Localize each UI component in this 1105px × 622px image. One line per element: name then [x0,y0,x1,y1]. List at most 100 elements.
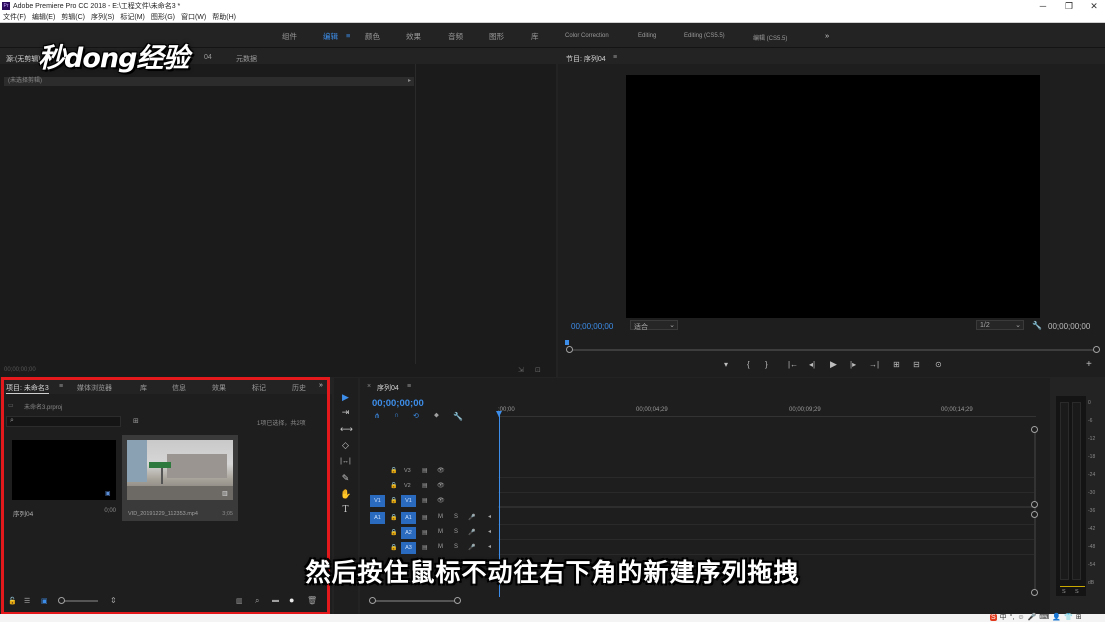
lock-icon[interactable]: 🔓 [8,597,17,605]
scrubber-end-handle[interactable] [1093,346,1100,353]
microphone-icon[interactable]: 🎤 [468,529,475,536]
workspace-audio[interactable]: 音频 [448,31,463,42]
magnet-icon[interactable]: ∩ [394,412,399,419]
selection-tool-icon[interactable]: ▶ [340,392,351,403]
menu-clip[interactable]: 剪辑(C) [61,12,85,22]
mute-button[interactable]: M [438,514,443,520]
user-icon[interactable]: 👤 [1052,613,1061,621]
workspace-menu-icon[interactable]: ≡ [346,31,350,40]
mute-button[interactable]: M [438,529,443,535]
hand-tool-icon[interactable]: ✋ [340,489,351,500]
linked-selection-icon[interactable]: ⟲ [413,412,419,420]
vscroll-mid-handle-2[interactable] [1031,511,1038,518]
slip-tool-icon[interactable]: |↔| [340,456,351,467]
go-to-in-icon[interactable]: |← [788,360,798,369]
icon-view-icon[interactable]: ▣ [41,597,48,605]
workspace-editing-cs55[interactable]: Editing (CS5.5) [684,33,725,39]
menu-file[interactable]: 文件(F) [3,12,26,22]
wrench-icon[interactable]: 🔧 [1032,321,1042,330]
go-to-out-icon[interactable]: →| [869,360,879,369]
track-lock-icon[interactable]: 🔒 [390,544,397,551]
add-marker-icon[interactable]: ▾ [724,360,728,369]
tab-audio-mixer[interactable]: 04 [204,54,212,61]
find-icon[interactable]: ⌕ [255,596,259,606]
close-sequence-icon[interactable]: × [367,383,371,390]
track-lock-icon[interactable]: 🔒 [390,529,397,536]
track-label-v2[interactable]: V2 [404,483,411,489]
resolution-dropdown[interactable]: 1/2 ⌄ [976,320,1024,330]
punctuation-icon[interactable]: °, [1010,614,1015,621]
ime-logo-icon[interactable]: S [990,613,997,621]
hscroll-left-handle[interactable] [369,597,376,604]
project-menu-icon[interactable]: ≡ [59,383,63,390]
minimize-button[interactable]: ─ [1032,0,1054,12]
camera-icon[interactable]: ⊙ [935,360,942,369]
workspace-overflow-icon[interactable]: » [825,31,829,40]
workspace-editing-en[interactable]: Editing [638,33,656,39]
timeline-ruler[interactable] [498,416,1036,417]
track-lock-icon[interactable]: 🔒 [390,482,397,489]
overflow-icon[interactable]: » [319,382,323,389]
microphone-tray-icon[interactable]: 🎤 [1028,613,1037,621]
mark-out-icon[interactable]: } [765,360,768,369]
workspace-assembly[interactable]: 组件 [282,31,297,42]
track-target-a1[interactable]: A1 [401,512,416,524]
emoji-icon[interactable]: ☺ [1017,614,1024,621]
list-view-icon[interactable]: ☰ [24,597,30,605]
eye-icon[interactable]: 👁 [437,497,445,504]
step-back-icon[interactable]: ◂| [809,360,815,369]
scrubber-start-handle[interactable] [566,346,573,353]
track-lane-v3[interactable] [498,464,1036,478]
fit-dropdown[interactable]: 适合 ⌄ [630,320,678,331]
ime-chinese-icon[interactable]: 中 [1000,612,1007,622]
zoom-slider[interactable] [60,600,98,602]
lift-icon[interactable]: ⊞ [893,360,900,369]
tab-sequence[interactable]: 序列04 [377,383,399,393]
timeline-timecode[interactable]: 00;00;00;00 [372,398,424,409]
tab-libraries[interactable]: 库 [140,383,147,393]
menu-marker[interactable]: 标记(M) [120,12,145,22]
menu-graphics[interactable]: 图形(G) [151,12,175,22]
workspace-effects[interactable]: 效果 [406,31,421,42]
ripple-edit-tool-icon[interactable]: ⟷ [340,424,353,435]
workspace-graphics[interactable]: 图形 [489,31,504,42]
microphone-icon[interactable]: 🎤 [468,514,475,521]
tab-project[interactable]: 项目: 未命名3 [6,383,49,394]
shirt-icon[interactable]: 👕 [1064,613,1073,621]
playhead-handle[interactable] [496,411,502,417]
source-patch-a1[interactable]: A1 [370,512,385,524]
eye-icon[interactable]: 👁 [437,467,445,474]
keyboard-icon[interactable]: ⌨ [1039,613,1049,621]
tab-markers[interactable]: 标记 [252,383,266,393]
sync-lock-icon[interactable]: ▤ [422,497,428,504]
sync-lock-icon[interactable]: ▤ [422,514,428,521]
settings-icon[interactable]: ⊡ [535,366,541,374]
workspace-color-correction[interactable]: Color Correction [565,33,609,39]
solo-button[interactable]: S [454,544,458,550]
extract-icon[interactable]: ⊟ [913,360,920,369]
zoom-slider-handle[interactable] [58,597,65,604]
timeline-menu-icon[interactable]: ≡ [407,383,411,390]
menu-sequence[interactable]: 序列(S) [91,12,114,22]
hscroll-right-handle[interactable] [454,597,461,604]
grid-icon[interactable]: ⊞ [1076,613,1082,621]
track-lock-icon[interactable]: 🔒 [390,467,397,474]
tab-program[interactable]: 节目: 序列04 [566,54,606,64]
add-button-icon[interactable]: + [1086,359,1092,370]
menu-help[interactable]: 帮助(H) [212,12,236,22]
project-item-video[interactable]: ▥ VID_20191229_112353.mp4 3;05 [122,435,238,521]
new-search-bin-icon[interactable]: ⊞ [133,417,139,425]
track-lock-icon[interactable]: 🔒 [390,497,397,504]
sync-lock-icon[interactable]: ▤ [422,529,428,536]
vscroll-top-handle[interactable] [1031,426,1038,433]
track-expand-icon[interactable]: ◂ [488,513,491,520]
maximize-button[interactable]: ❐ [1058,0,1080,12]
program-scrubber[interactable] [570,349,1096,351]
new-item-icon[interactable]: ● [289,595,294,605]
track-lane-v1[interactable] [498,494,1036,508]
track-target-a2[interactable]: A2 [401,527,416,539]
tab-source[interactable]: 源:(无剪辑) [6,54,41,64]
track-expand-icon[interactable]: ◂ [488,543,491,550]
snap-icon[interactable]: ⋔ [374,412,380,420]
solo-button[interactable]: S [454,529,458,535]
